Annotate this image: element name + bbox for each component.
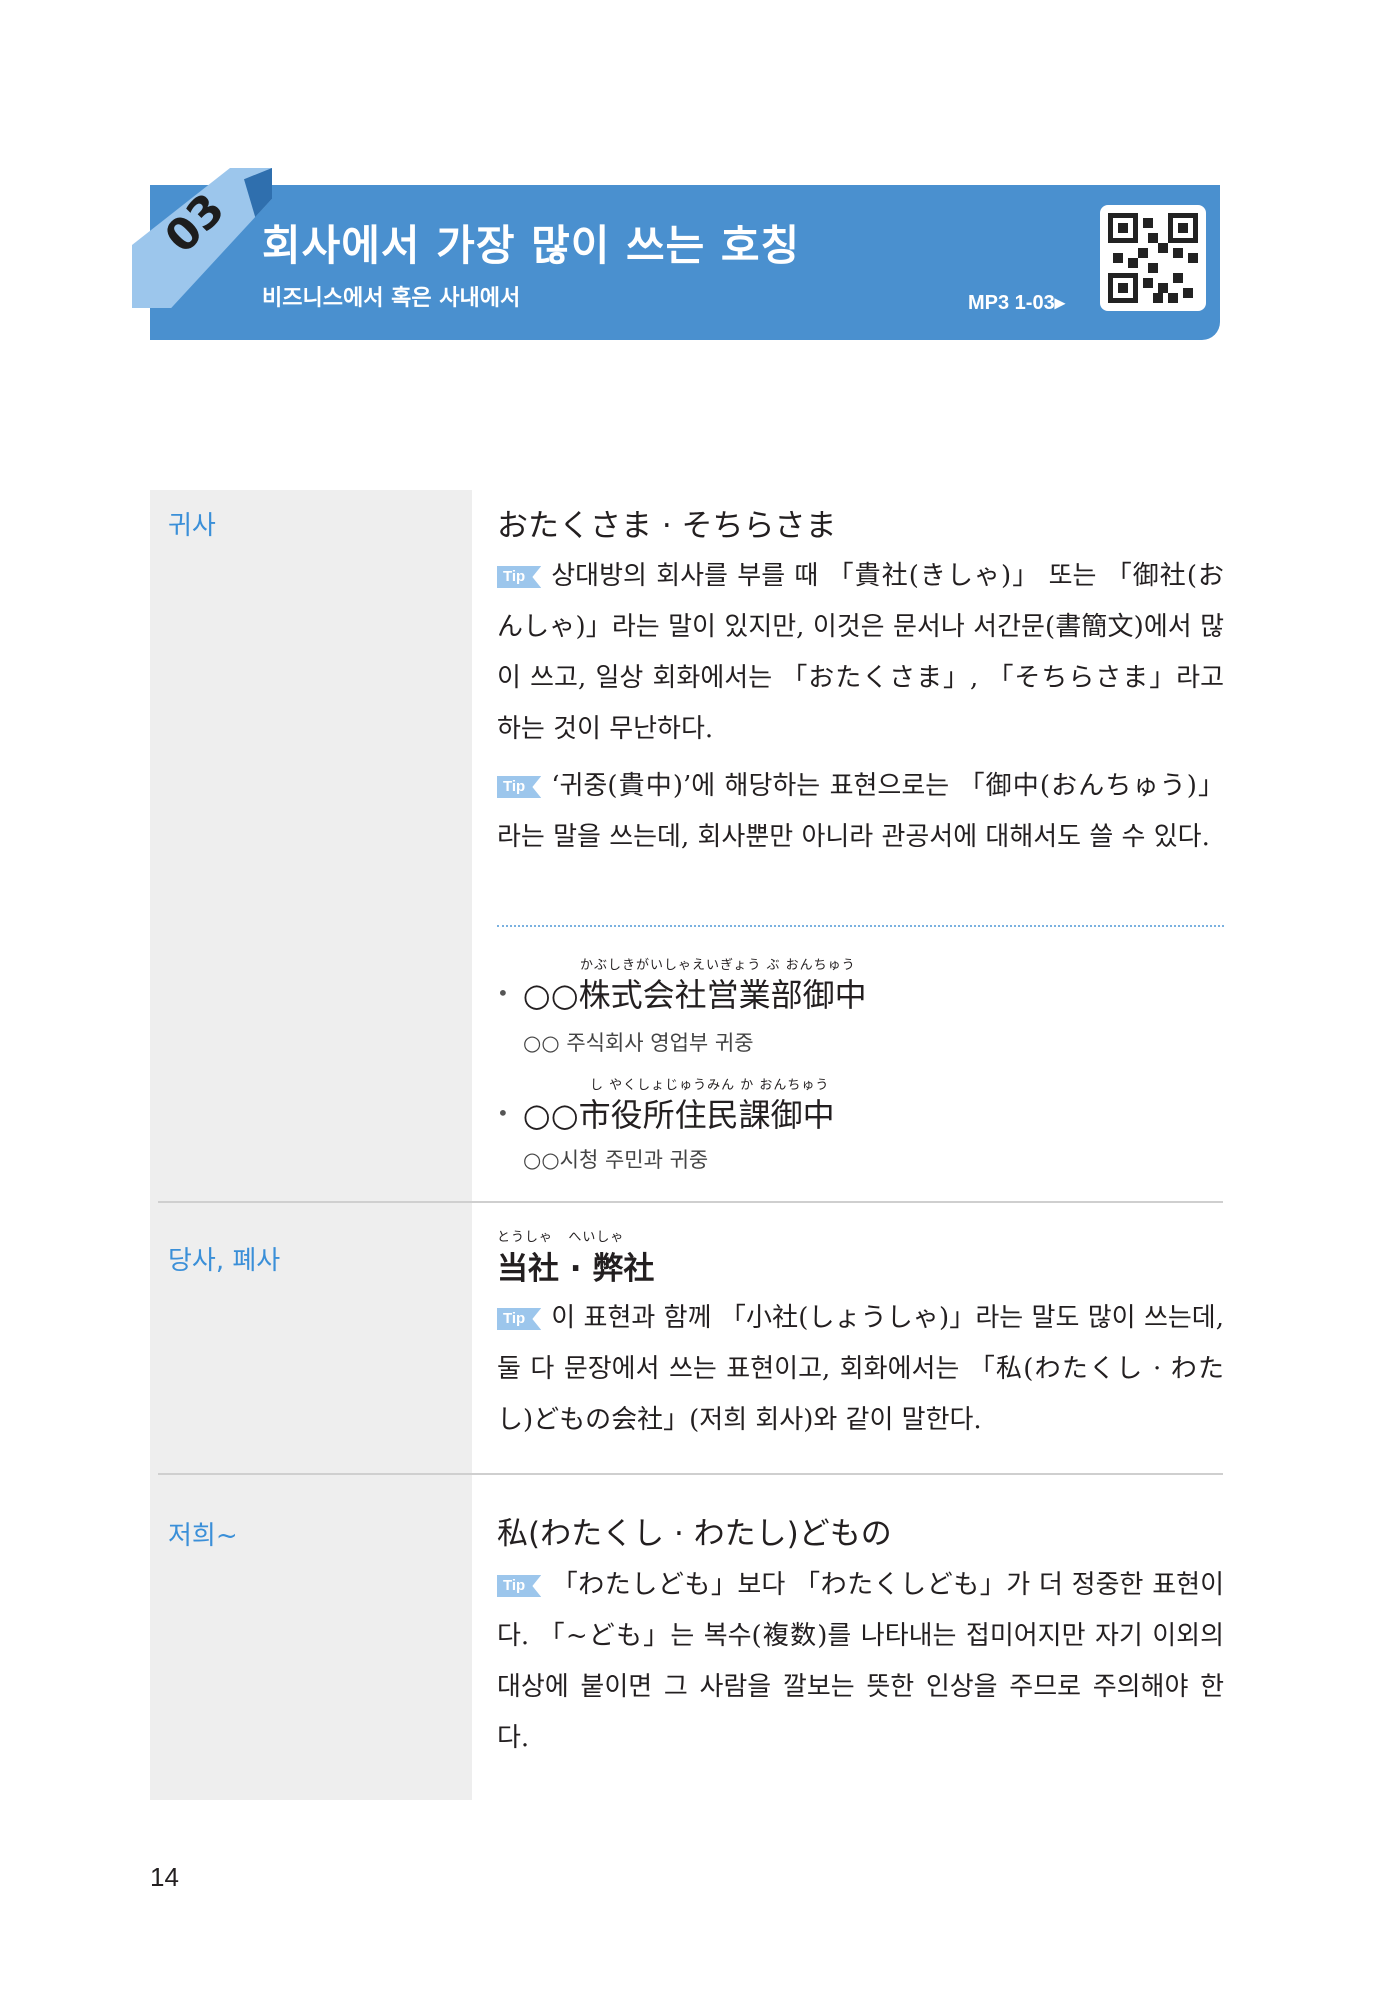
example-text: ○○市役所住民課御中 — [522, 1096, 835, 1134]
example-translation: ○○시청 주민과 귀중 — [523, 1148, 709, 1172]
mp3-track-label: MP3 1-03▸ — [968, 292, 1065, 314]
expression-heading: 当社 · 弊社 — [497, 1251, 655, 1287]
example-item: • ○○市役所住民課御中 — [497, 1090, 835, 1136]
bullet-icon: • — [497, 1101, 509, 1125]
row-divider — [158, 1201, 1223, 1203]
page-number: 14 — [150, 1862, 179, 1892]
term-column — [150, 490, 472, 1800]
bullet-icon: • — [497, 981, 509, 1005]
tip-text: 상대방의 회사를 부를 때 「貴社(きしゃ)」 또는 「御社(おんしゃ)」라는 … — [497, 561, 1224, 744]
term-label: 귀사 — [168, 511, 216, 541]
example-item: • ○○株式会社営業部御中 — [497, 970, 867, 1016]
term-label: 당사, 폐사 — [168, 1246, 281, 1276]
section-title: 회사에서 가장 많이 쓰는 호칭 — [262, 221, 801, 270]
qr-code-icon[interactable] — [1100, 205, 1206, 311]
tip-paragraph: Tip 이 표현과 함께 「小社(しょうしゃ)」라는 말도 많이 쓰는데, 둘 다… — [497, 1293, 1224, 1446]
section-subtitle: 비즈니스에서 혹은 사내에서 — [262, 286, 521, 311]
expression-heading: 私(わたくし · わたし)どもの — [497, 1516, 892, 1552]
tip-paragraph: Tip 「わたしども」보다 「わたくしども」가 더 정중한 표현이다. 「~ども」… — [497, 1560, 1224, 1764]
dotted-divider — [497, 925, 1224, 927]
tip-paragraph: Tip 상대방의 회사를 부를 때 「貴社(きしゃ)」 또는 「御社(おんしゃ)」… — [497, 551, 1224, 755]
tip-badge: Tip — [497, 1308, 542, 1330]
tip-text: ‘귀중(貴中)’에 해당하는 표현으로는 「御中(おんちゅう)」라는 말을 쓰는… — [497, 771, 1224, 852]
tip-badge: Tip — [497, 776, 542, 798]
tip-text: 이 표현과 함께 「小社(しょうしゃ)」라는 말도 많이 쓰는데, 둘 다 문장… — [497, 1303, 1224, 1435]
tip-text: 「わたしども」보다 「わたくしども」가 더 정중한 표현이다. 「~ども」는 복… — [497, 1570, 1224, 1753]
example-text: ○○株式会社営業部御中 — [522, 976, 867, 1014]
term-label: 저희~ — [168, 1521, 238, 1551]
row-divider — [158, 1473, 1223, 1475]
tip-badge: Tip — [497, 1575, 542, 1597]
tip-badge: Tip — [497, 566, 542, 588]
expression-heading: おたくさま · そちらさま — [497, 508, 837, 544]
tip-paragraph: Tip ‘귀중(貴中)’에 해당하는 표현으로는 「御中(おんちゅう)」라는 말을… — [497, 761, 1224, 863]
example-translation: ○○ 주식회사 영업부 귀중 — [523, 1031, 754, 1055]
